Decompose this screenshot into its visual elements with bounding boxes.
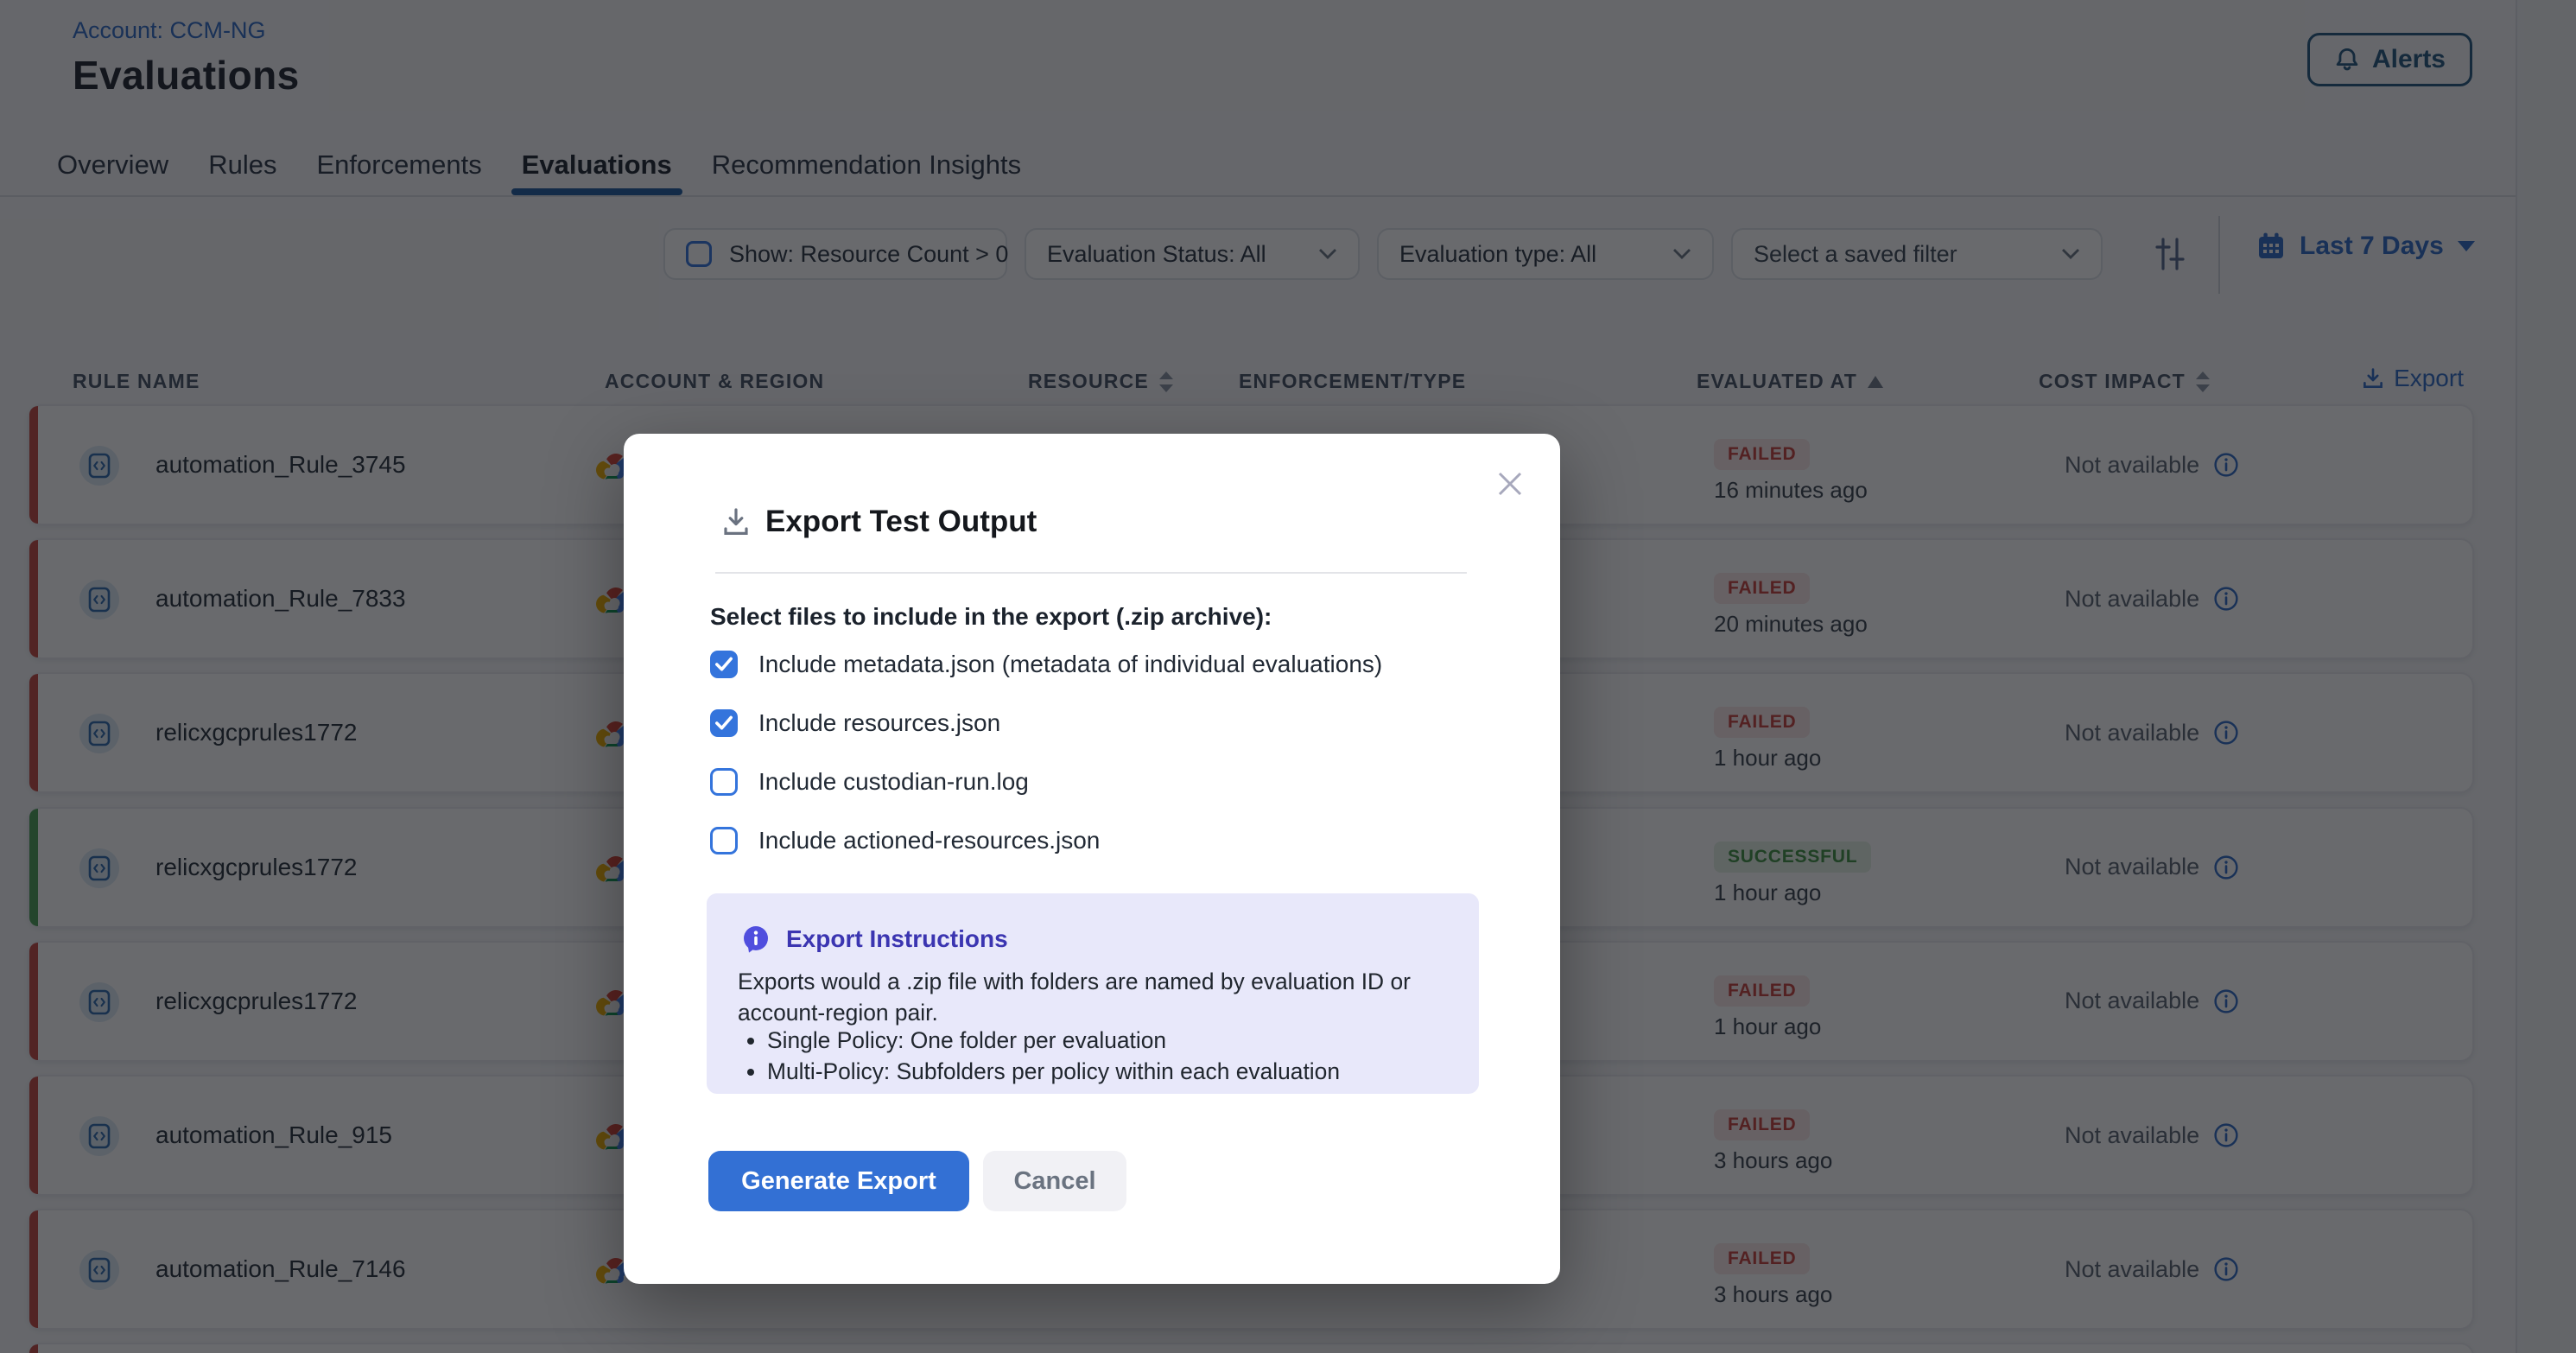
checkbox-label: Include actioned-resources.json [758,827,1100,854]
instruction-bullet: Single Policy: One folder per evaluation [767,1025,1340,1056]
checkbox[interactable] [710,651,738,678]
export-file-option[interactable]: Include actioned-resources.json [710,827,1100,854]
generate-export-button[interactable]: Generate Export [708,1151,969,1211]
checkbox-label: Include resources.json [758,709,1000,737]
export-test-output-modal: Export Test Output Select files to inclu… [624,434,1560,1284]
instructions-bullets: Single Policy: One folder per evaluation… [738,1025,1340,1087]
checkbox-label: Include custodian-run.log [758,768,1029,796]
modal-title: Export Test Output [765,505,1037,539]
evaluations-page: Account: CCM-NG Evaluations Alerts Overv… [0,0,2576,1353]
export-file-option[interactable]: Include custodian-run.log [710,768,1029,796]
instructions-body: Exports would a .zip file with folders a… [738,966,1463,1028]
modal-section-label: Select files to include in the export (.… [710,603,1272,631]
checkbox[interactable] [710,709,738,737]
checkbox-label: Include metadata.json (metadata of indiv… [758,651,1382,678]
modal-divider [715,572,1467,574]
info-bubble-icon [741,924,771,954]
export-instructions-box: Export Instructions Exports would a .zip… [707,893,1479,1094]
export-file-option[interactable]: Include resources.json [710,709,1000,737]
checkbox[interactable] [710,827,738,854]
cancel-button[interactable]: Cancel [983,1151,1126,1211]
export-file-option[interactable]: Include metadata.json (metadata of indiv… [710,651,1382,678]
close-icon[interactable] [1493,467,1527,501]
download-icon [722,507,750,537]
checkbox[interactable] [710,768,738,796]
instructions-title: Export Instructions [786,925,1008,953]
instruction-bullet: Multi-Policy: Subfolders per policy with… [767,1056,1340,1087]
